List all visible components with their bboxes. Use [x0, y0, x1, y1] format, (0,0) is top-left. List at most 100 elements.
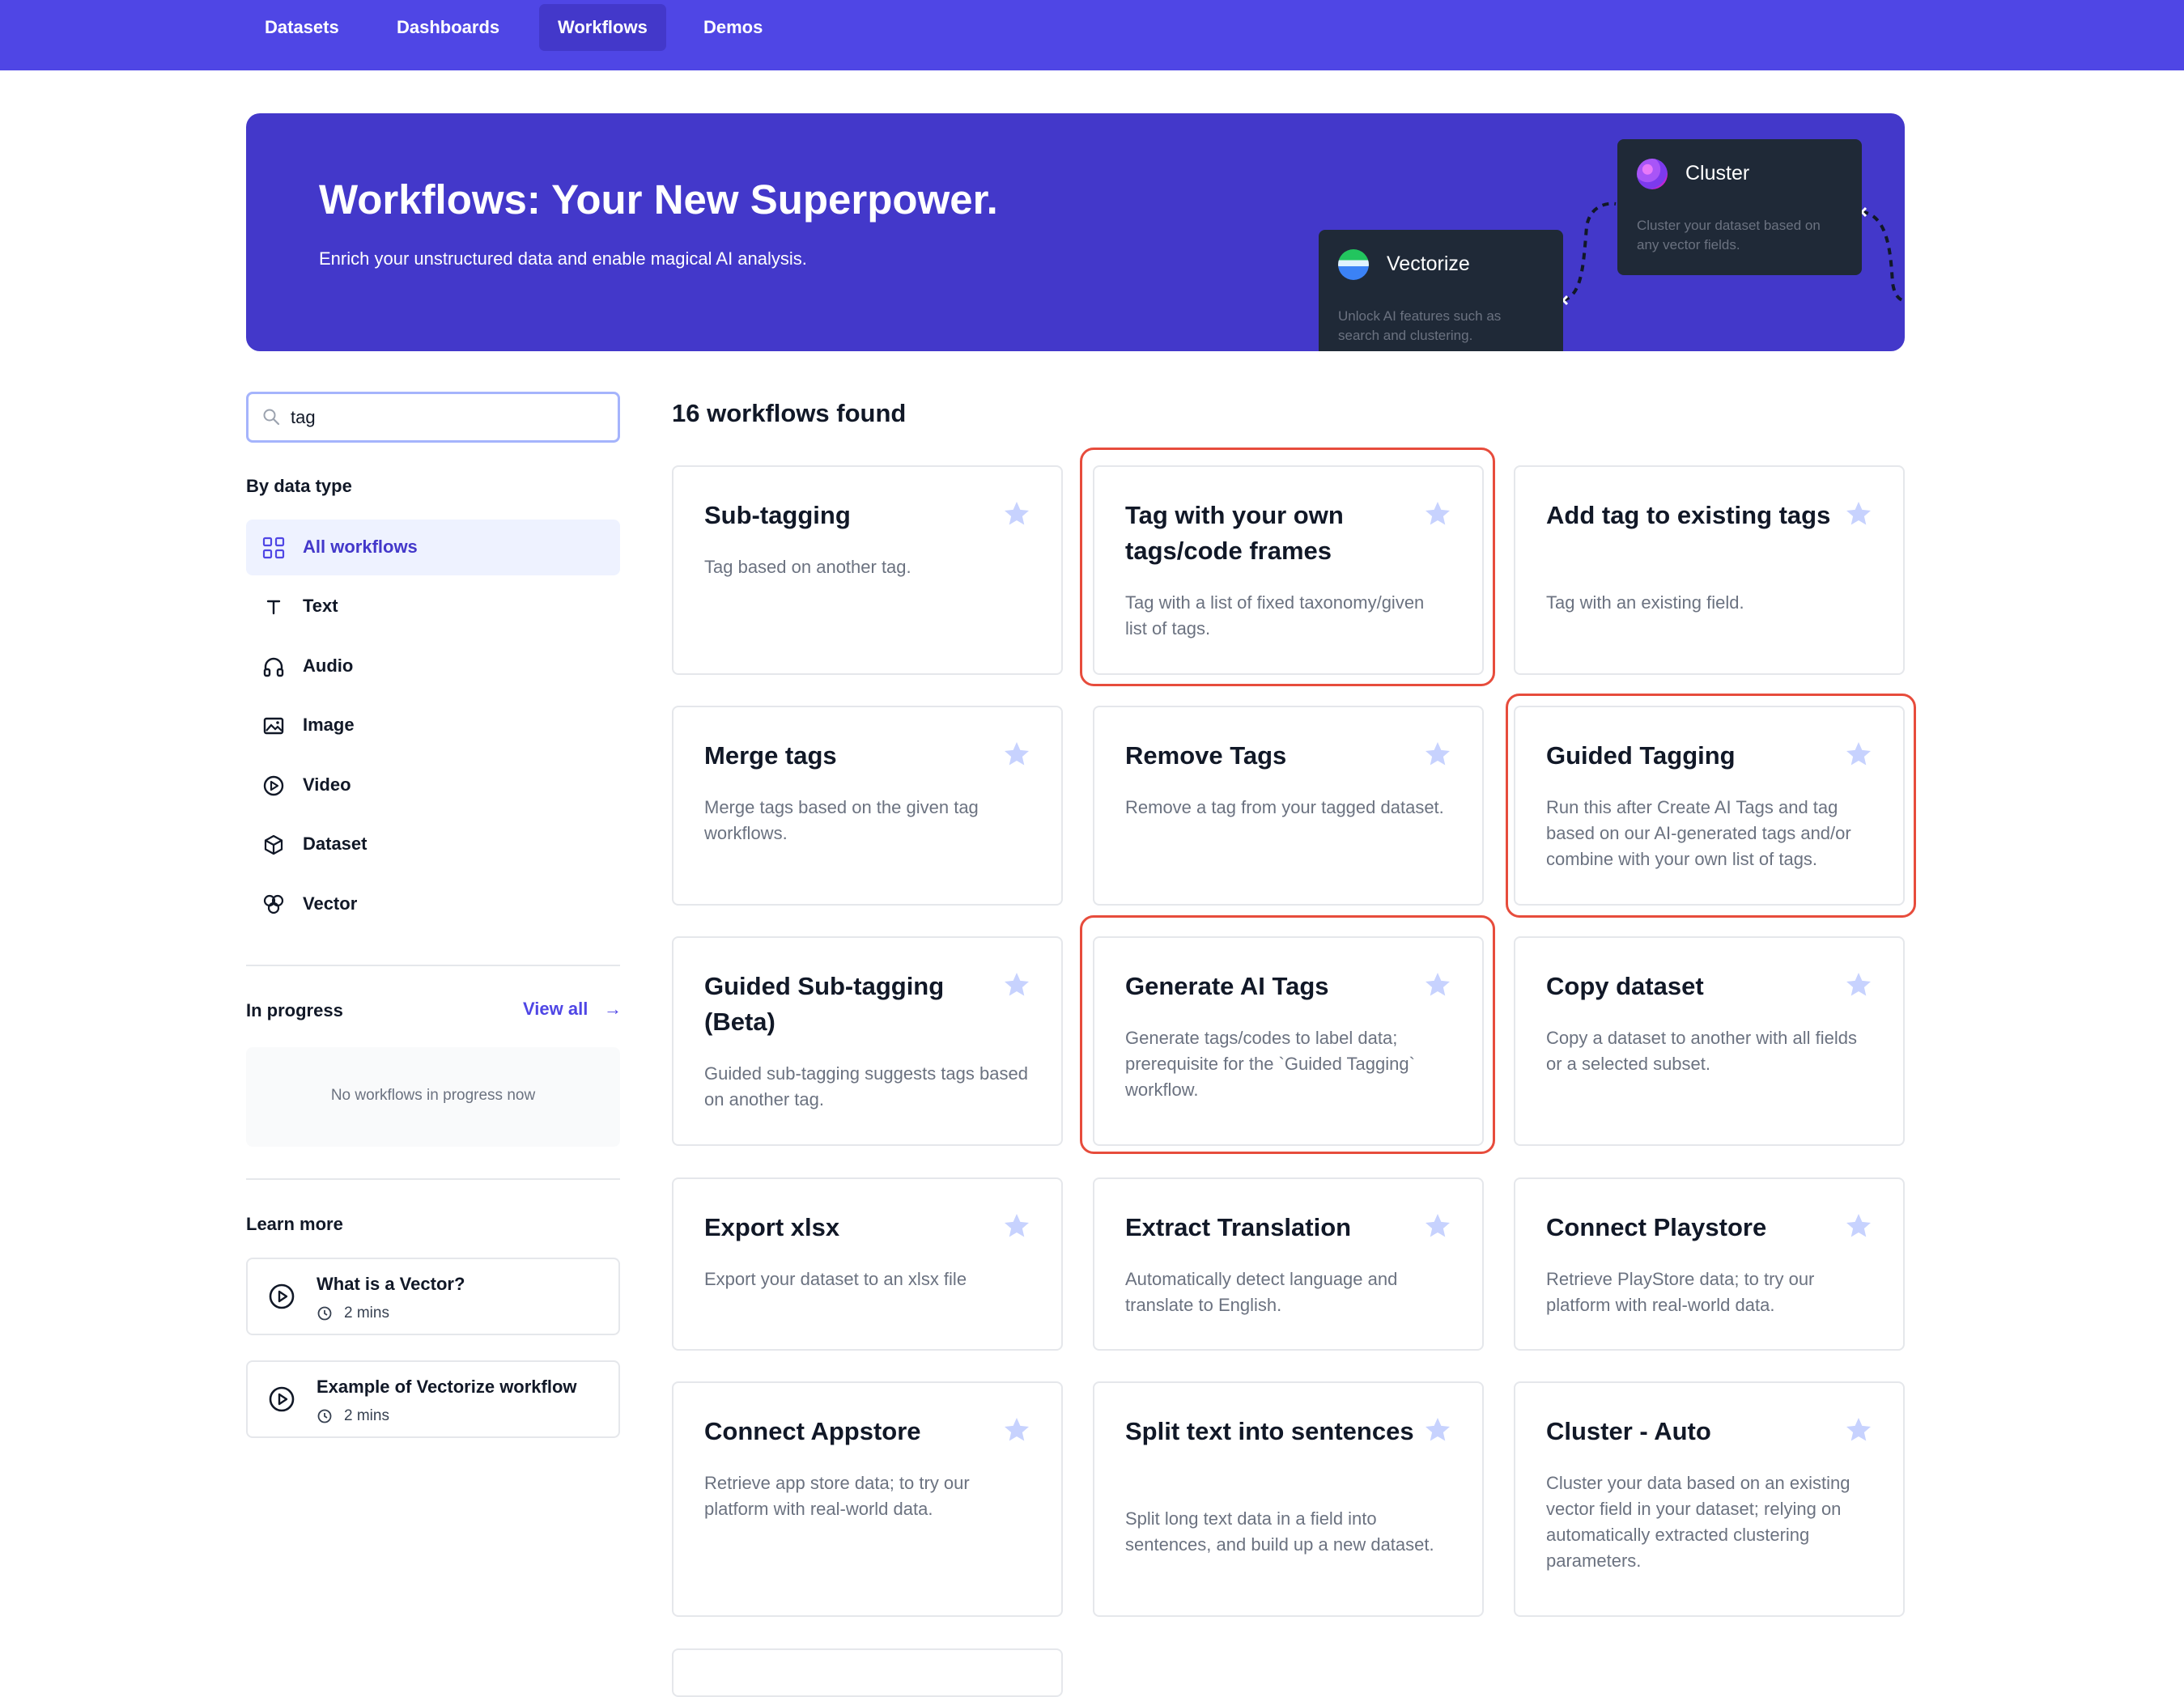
cube-icon	[264, 834, 283, 855]
play-circle-icon	[263, 775, 284, 796]
workflow-title: Remove Tags	[1125, 741, 1287, 770]
filter-label: Image	[303, 715, 355, 735]
filter-video[interactable]: Video	[246, 757, 620, 813]
filter-label: Video	[303, 774, 351, 795]
workflow-desc: Generate tags/codes to label data; prere…	[1125, 1028, 1415, 1100]
view-all-link[interactable]: View all →	[523, 999, 622, 1020]
workflow-title: Guided Sub-tagging (Beta)	[704, 972, 945, 1036]
nav-demos[interactable]: Demos	[685, 4, 781, 51]
star-icon[interactable]	[1844, 970, 1873, 999]
search-icon	[263, 409, 280, 426]
vector-icon	[263, 894, 284, 914]
workflow-desc: Automatically detect language and transl…	[1125, 1269, 1398, 1315]
workflow-card[interactable]: Guided Sub-tagging (Beta) Guided sub-tag…	[672, 936, 1063, 1146]
star-icon[interactable]	[1002, 970, 1031, 999]
workflow-title: Export xlsx	[704, 1213, 840, 1241]
filter-all-workflows[interactable]: All workflows	[246, 520, 620, 575]
star-icon[interactable]	[1002, 1211, 1031, 1241]
hero-card-desc: Cluster your dataset based on any vector…	[1637, 218, 1821, 252]
filter-audio[interactable]: Audio	[246, 638, 620, 694]
workflow-desc: Export your dataset to an xlsx file	[704, 1269, 967, 1289]
filter-label: Dataset	[303, 834, 368, 854]
workflow-title: Cluster - Auto	[1546, 1417, 1711, 1445]
star-icon[interactable]	[1002, 499, 1031, 528]
star-icon[interactable]	[1423, 1211, 1452, 1241]
star-icon[interactable]	[1844, 1415, 1873, 1445]
workflow-card[interactable]: Copy dataset Copy a dataset to another w…	[1514, 936, 1905, 1146]
grid-icon	[262, 537, 285, 559]
workflow-title: Guided Tagging	[1546, 741, 1736, 770]
nav-dashboards[interactable]: Dashboards	[378, 4, 518, 51]
workflow-title: Tag with your own tags/code frames	[1125, 501, 1344, 565]
vectorize-icon	[1338, 249, 1369, 280]
star-icon[interactable]	[1423, 1415, 1452, 1445]
filter-text[interactable]: Text	[246, 579, 620, 634]
workflow-desc: Retrieve PlayStore data; to try our plat…	[1546, 1269, 1815, 1315]
search-input[interactable]	[289, 402, 597, 433]
empty-message: No workflows in progress now	[330, 1087, 536, 1104]
top-nav: Datasets Dashboards Workflows Demos	[0, 0, 2184, 70]
star-icon[interactable]	[1844, 499, 1873, 528]
workflow-card[interactable]: Guided Tagging Run this after Create AI …	[1514, 706, 1905, 906]
cluster-icon	[1637, 159, 1668, 189]
workflow-desc: Retrieve app store data; to try our plat…	[704, 1473, 970, 1519]
workflow-card[interactable]: Connect Appstore Retrieve app store data…	[672, 1381, 1063, 1617]
workflow-desc: Tag with a list of fixed taxonomy/given …	[1125, 592, 1425, 638]
nav-datasets[interactable]: Datasets	[246, 4, 358, 51]
headphones-icon	[263, 657, 284, 677]
clock-icon	[317, 1409, 332, 1423]
workflow-desc: Copy a dataset to another with all field…	[1546, 1028, 1858, 1074]
star-icon[interactable]	[1423, 970, 1452, 999]
star-icon[interactable]	[1423, 740, 1452, 769]
filter-image[interactable]: Image	[246, 698, 620, 753]
star-icon[interactable]	[1002, 1415, 1031, 1445]
workflow-card[interactable]: Add tag to existing tags Tag with an exi…	[1514, 465, 1905, 675]
in-progress-empty: No workflows in progress now	[246, 1047, 620, 1147]
filter-dataset[interactable]: Dataset	[246, 817, 620, 872]
workflow-title: Extract Translation	[1125, 1213, 1352, 1241]
image-icon	[263, 717, 284, 735]
workflow-card[interactable]: Tag with your own tags/code frames Tag w…	[1093, 465, 1484, 675]
workflow-card[interactable]: Cluster - Auto Cluster your data based o…	[1514, 1381, 1905, 1617]
workflow-card[interactable]: Export xlsx Export your dataset to an xl…	[672, 1177, 1063, 1351]
workflow-card[interactable]: Split text into sentences Split long tex…	[1093, 1381, 1484, 1617]
workflow-card[interactable]: Remove Tags Remove a tag from your tagge…	[1093, 706, 1484, 906]
workflow-desc: Tag based on another tag.	[704, 557, 911, 577]
filter-heading: By data type	[246, 476, 352, 496]
filter-vector[interactable]: Vector	[246, 876, 620, 932]
hero-card-desc: Unlock AI features such as search and cl…	[1338, 308, 1502, 343]
workflow-card[interactable]: Generate AI Tags Generate tags/codes to …	[1093, 936, 1484, 1146]
workflow-title: Copy dataset	[1546, 972, 1704, 1000]
workflow-desc: Tag with an existing field.	[1546, 592, 1744, 613]
workflow-desc: Cluster your data based on an existing v…	[1546, 1473, 1850, 1571]
divider	[246, 965, 620, 966]
learn-item-duration: 2 mins	[344, 1305, 389, 1322]
filter-label: Audio	[303, 655, 354, 676]
view-all-label: View all	[523, 999, 588, 1019]
workflow-card[interactable]: Merge tags Merge tags based on the given…	[672, 706, 1063, 906]
workflow-title: Connect Appstore	[704, 1417, 921, 1445]
hero-card-title: Vectorize	[1387, 252, 1470, 275]
workflow-card[interactable]: Extract Translation Automatically detect…	[1093, 1177, 1484, 1351]
workflow-card-partial[interactable]	[672, 1648, 1063, 1697]
star-icon[interactable]	[1844, 1211, 1873, 1241]
workflow-title: Merge tags	[704, 741, 837, 770]
clock-icon	[317, 1306, 332, 1321]
filter-label: All workflows	[303, 537, 418, 557]
learn-item-vectorize[interactable]: Example of Vectorize workflow 2 mins	[246, 1360, 620, 1438]
star-icon[interactable]	[1002, 740, 1031, 769]
play-circle-icon	[269, 1386, 295, 1412]
workflow-title: Generate AI Tags	[1125, 972, 1329, 1000]
star-icon[interactable]	[1423, 499, 1452, 528]
workflow-title: Connect Playstore	[1546, 1213, 1767, 1241]
text-icon	[266, 600, 281, 615]
divider	[246, 1178, 620, 1180]
workflow-desc: Run this after Create AI Tags and tag ba…	[1546, 797, 1851, 869]
workflow-desc: Guided sub-tagging suggests tags based o…	[704, 1063, 1028, 1109]
workflow-card[interactable]: Connect Playstore Retrieve PlayStore dat…	[1514, 1177, 1905, 1351]
workflow-card[interactable]: Sub-tagging Tag based on another tag.	[672, 465, 1063, 675]
nav-workflows[interactable]: Workflows	[539, 4, 666, 51]
learn-item-vector[interactable]: What is a Vector? 2 mins	[246, 1258, 620, 1335]
star-icon[interactable]	[1844, 740, 1873, 769]
learn-more-heading: Learn more	[246, 1214, 343, 1234]
